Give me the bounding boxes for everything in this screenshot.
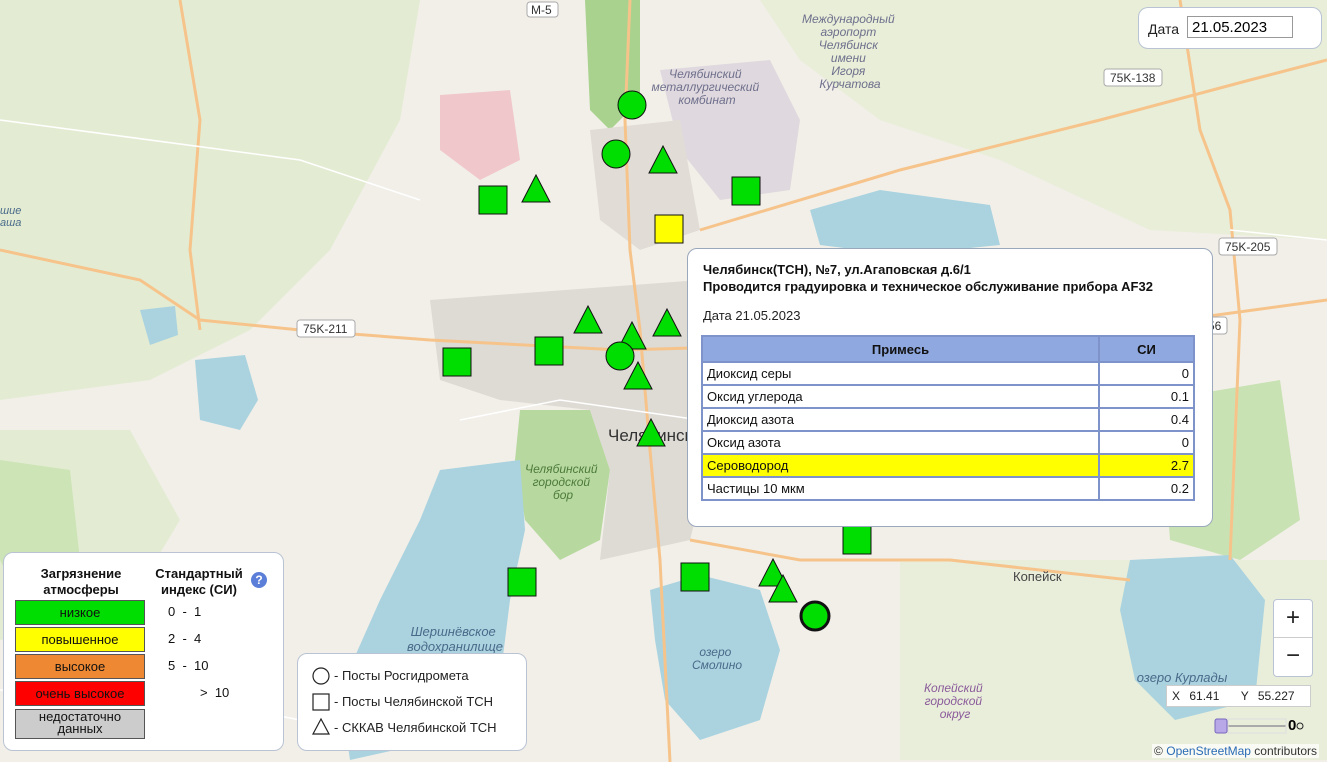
pollutant-index: 0 [1098,361,1195,386]
pollutant-index: 0.2 [1098,476,1195,501]
square-station-marker[interactable] [478,185,508,215]
pollutant-row: Частицы 10 мкм 0.2 [701,476,1195,501]
pollutant-column-header: Примесь [701,335,1100,363]
x-label: X [1172,689,1181,703]
square-station-marker[interactable] [680,562,710,592]
pollutant-index: 0.1 [1098,384,1195,409]
pollutant-name: Частицы 10 мкм [701,476,1100,501]
circle-station-marker[interactable] [601,139,631,169]
road-label-75k138: 75K-138 [1110,71,1156,85]
pollutant-index: 0 [1098,430,1195,455]
circle-station-marker[interactable] [799,600,831,632]
pollutant-row: Оксид азота 0 [701,430,1195,455]
pollution-legend: Загрязнение атмосферы Стандартный индекс… [3,552,284,751]
pollutant-name: Оксид азота [701,430,1100,455]
square-station-marker[interactable] [654,214,684,244]
y-label: Y [1240,689,1249,703]
legend-level-3: очень высокое [15,681,145,706]
date-input[interactable] [1187,16,1293,38]
slider-handle-icon[interactable] [1214,718,1228,734]
triangle-icon [312,717,330,735]
legend-level-0: низкое [15,600,145,625]
attribution-suffix: contributors [1254,744,1317,758]
legend-pollution-header: Загрязнение атмосферы [40,566,122,597]
circle-icon [312,667,330,685]
road-label-m5: M-5 [531,3,552,17]
pollutant-row: Оксид углерода 0.1 [701,384,1195,409]
legend-range-0: 0 - 1 [168,604,202,619]
legend-level-1: повышенное [15,627,145,652]
opacity-slider[interactable]: 0 [1214,717,1310,734]
reservoir-label: Шершнёвское водохранилище [407,624,503,654]
pollutant-row: Диоксид серы 0 [701,361,1195,386]
help-icon[interactable]: ? [251,572,267,588]
square-station-marker[interactable] [842,525,872,555]
popup-date: Дата 21.05.2023 [703,308,801,323]
slider-value: 0 [1288,717,1297,734]
pollutant-index: 2.7 [1098,453,1195,478]
osm-link[interactable]: OpenStreetMap [1166,744,1251,758]
pollutant-name: Оксид углерода [701,384,1100,409]
legend-level-4: недостаточно данных [15,709,145,739]
popup-station-title: Челябинск(ТСН), №7, ул.Агаповская д.6/1 [703,262,971,277]
square-icon [312,693,330,711]
square-station-marker[interactable] [534,336,564,366]
attribution: © OpenStreetMap contributors [1152,744,1319,758]
square-station-marker[interactable] [442,347,472,377]
circle-station-marker[interactable] [617,90,647,120]
station-popup: Челябинск(ТСН), №7, ул.Агаповская д.6/1 … [687,248,1213,527]
legend-range-3: > 10 [200,685,230,700]
legend-level-2: высокое [15,654,145,679]
symbol-label-tsn-posts: - Посты Челябинской ТСН [334,694,494,709]
edge-label: шие аша [0,205,24,229]
legend-range-1: 2 - 4 [168,631,202,646]
pollutant-name: Диоксид азота [701,407,1100,432]
y-value: 55.227 [1257,689,1295,703]
lake-kurlady-label: озеро Курлады [1137,670,1228,685]
zoom-control: + − [1273,599,1313,677]
symbol-legend: - Посты Росгидромета - Посты Челябинской… [297,653,527,751]
pollutant-index: 0.4 [1098,407,1195,432]
pollutant-row: Сероводород 2.7 [701,453,1195,478]
index-column-header: СИ [1098,335,1195,363]
pollutant-table: Примесь СИ Диоксид серы 0 Оксид углерода 0.… [701,335,1195,501]
circle-station-marker[interactable] [605,341,635,371]
zoom-out-button[interactable]: − [1274,638,1312,675]
symbol-label-sckav: - СККАВ Челябинской ТСН [334,720,497,735]
date-label: Дата [1148,21,1180,37]
zoom-in-button[interactable]: + [1274,600,1312,638]
popup-status-note: Проводится градуировка и техническое обс… [703,279,1153,294]
x-value: 61.41 [1189,689,1220,703]
square-station-marker[interactable] [507,567,537,597]
pollutant-name: Диоксид серы [701,361,1100,386]
kopeysk-label: Копейск [1013,569,1062,584]
pollutant-name: Сероводород [701,453,1100,478]
attribution-prefix: © [1154,744,1163,758]
coordinate-readout: X 61.41 Y 55.227 [1166,685,1311,707]
legend-range-2: 5 - 10 [168,658,209,673]
road-label-75k211: 75K-211 [303,322,348,336]
road-label-75k205: 75K-205 [1225,240,1271,254]
legend-index-header: Стандартный индекс (СИ) [155,566,243,597]
pollutant-row: Диоксид азота 0.4 [701,407,1195,432]
square-station-marker[interactable] [731,176,761,206]
date-control: Дата [1138,7,1322,49]
symbol-label-rosgidromet: - Посты Росгидромета [334,668,469,683]
